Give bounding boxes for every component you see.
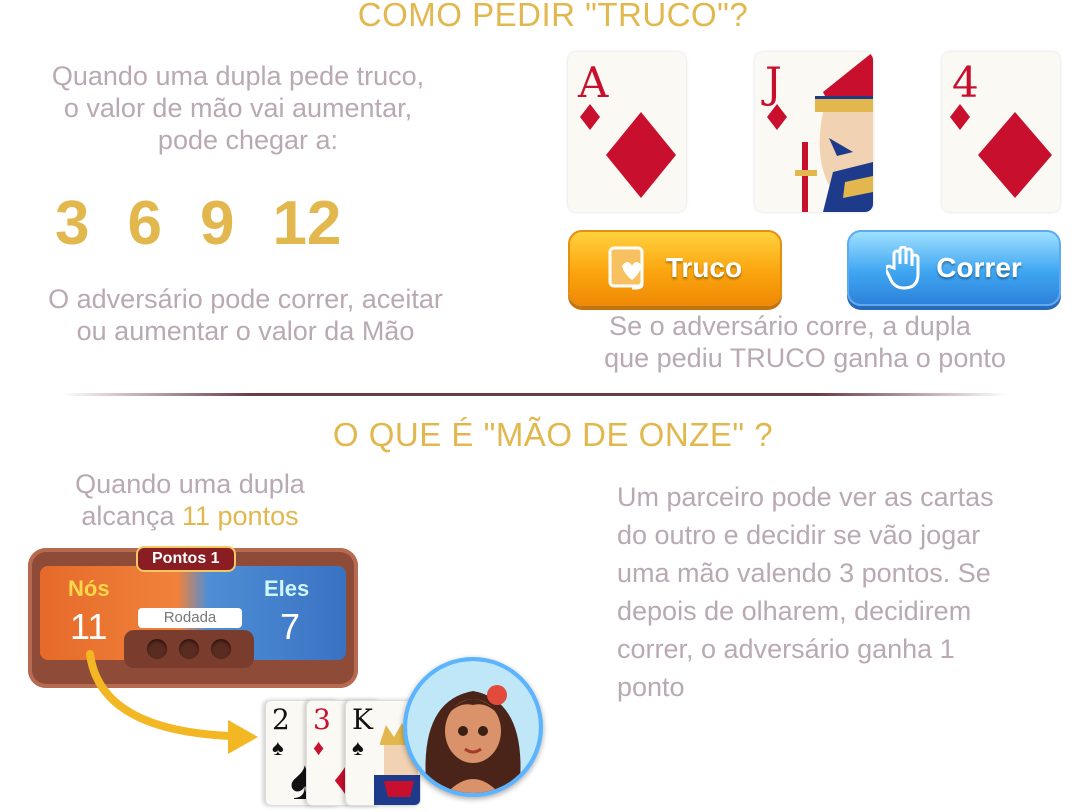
card-rank: 2 bbox=[272, 703, 290, 736]
card-rank: J bbox=[765, 58, 782, 107]
open-hand-icon bbox=[886, 246, 920, 290]
spade-icon: ♠ bbox=[352, 735, 364, 760]
value-6: 6 bbox=[127, 189, 162, 258]
diamond-icon bbox=[580, 104, 600, 130]
description-line: do outro e decidir se vão jogar bbox=[617, 520, 981, 550]
team-right-score: 7 bbox=[280, 606, 301, 647]
caption-line: Se o adversário corre, a dupla bbox=[609, 311, 971, 341]
card-jack-diamonds: J bbox=[755, 52, 873, 212]
diamond-icon bbox=[767, 104, 787, 130]
card-hand-icon bbox=[608, 246, 644, 290]
truco-outro-text: O adversário pode correr, aceitar ou aum… bbox=[8, 283, 483, 347]
mao-de-onze-description: Um parceiro pode ver as cartas do outro … bbox=[617, 478, 1057, 706]
team-left-label: Nós bbox=[68, 576, 110, 601]
truco-button[interactable]: Truco bbox=[568, 230, 782, 306]
mao-de-onze-lead: Quando uma dupla alcança 11 pontos bbox=[40, 468, 340, 532]
caption-line: que pediu TRUCO ganha o ponto bbox=[604, 343, 1006, 373]
round-badge: Pontos 1 bbox=[136, 546, 236, 572]
card-rank: 3 bbox=[313, 703, 331, 736]
section-divider bbox=[62, 393, 1007, 396]
lead-highlight: 11 pontos bbox=[181, 501, 299, 531]
player-portrait-icon bbox=[407, 661, 539, 793]
description-line: correr, o adversário ganha 1 bbox=[617, 634, 955, 664]
team-left-score: 11 bbox=[70, 606, 108, 647]
spade-icon: ♠ bbox=[272, 735, 284, 760]
team-right-label: Eles bbox=[264, 576, 310, 601]
section-title-mao-de-onze: O QUE É "MÃO DE ONZE" ? bbox=[332, 416, 774, 453]
card-ace-diamonds: A bbox=[568, 52, 686, 212]
section-title-truco: COMO PEDIR "TRUCO"? bbox=[357, 0, 749, 33]
diamond-icon bbox=[978, 112, 1052, 198]
lead-line: alcança 11 pontos bbox=[40, 500, 340, 532]
diamond-icon bbox=[606, 112, 676, 198]
truco-caption: Se o adversário corre, a dupla que pediu… bbox=[560, 310, 1050, 374]
lead-prefix: alcança bbox=[81, 501, 182, 531]
card-rank: K bbox=[352, 703, 373, 736]
value-12: 12 bbox=[272, 189, 342, 258]
arrow-icon bbox=[86, 650, 258, 754]
description-line: Um parceiro pode ver as cartas bbox=[617, 482, 994, 512]
correr-button-label: Correr bbox=[936, 252, 1022, 283]
jack-portrait-icon bbox=[795, 52, 873, 212]
lead-line: Quando uma dupla bbox=[75, 469, 305, 499]
avatar bbox=[403, 657, 543, 797]
description-line: ponto bbox=[617, 672, 685, 702]
correr-button[interactable]: Correr bbox=[847, 230, 1061, 306]
card-rank: A bbox=[578, 58, 609, 107]
diamond-icon bbox=[950, 104, 970, 130]
intro-line: Quando uma dupla pede truco, bbox=[51, 61, 425, 91]
intro-line: o valor de mão vai aumentar, bbox=[63, 93, 413, 123]
description-line: depois de olharem, decidirem bbox=[617, 596, 972, 626]
card-rank: 4 bbox=[952, 58, 979, 107]
outro-line: O adversário pode correr, aceitar bbox=[48, 284, 443, 314]
truco-button-label: Truco bbox=[665, 252, 743, 283]
value-9: 9 bbox=[199, 189, 235, 258]
intro-line: pode chegar a: bbox=[157, 125, 339, 155]
card-four-diamonds: 4 bbox=[942, 52, 1060, 212]
outro-line: ou aumentar o valor da Mão bbox=[76, 316, 415, 346]
value-3: 3 bbox=[55, 189, 90, 258]
diamond-icon: ♦ bbox=[313, 735, 325, 760]
description-line: uma mão valendo 3 pontos. Se bbox=[617, 558, 991, 588]
truco-intro-text: Quando uma dupla pede truco, o valor de … bbox=[8, 60, 468, 156]
truco-values: 3 6 9 12 bbox=[55, 188, 385, 258]
rodada-label: Rodada bbox=[138, 608, 242, 628]
